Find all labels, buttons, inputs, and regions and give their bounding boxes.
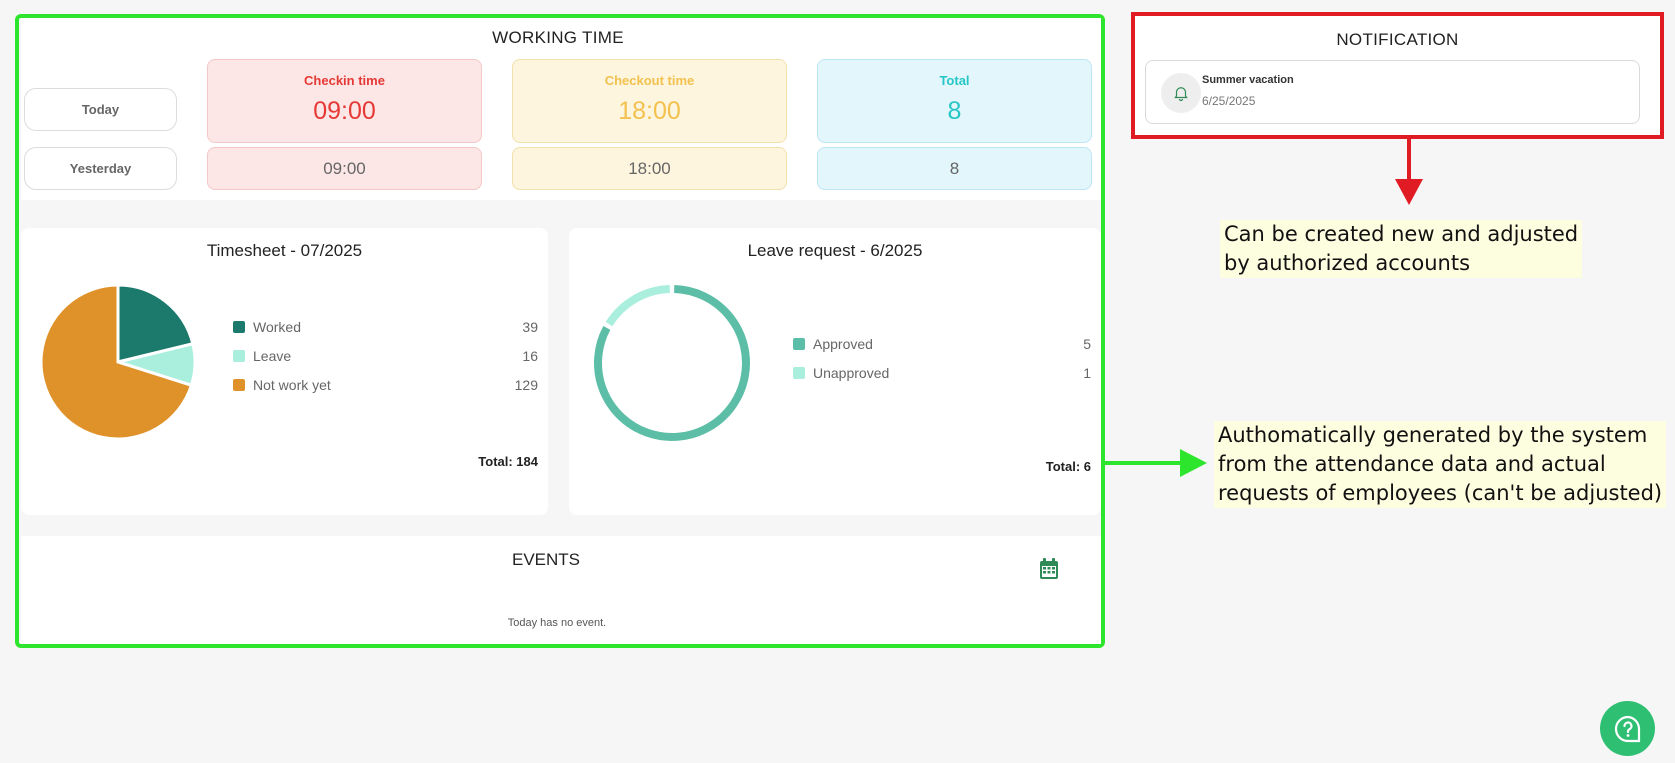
help-button[interactable] bbox=[1600, 701, 1655, 756]
system-note-line-1: Authomatically generated by the system bbox=[1218, 423, 1648, 447]
system-note-line-2: from the attendance data and actual bbox=[1218, 452, 1606, 476]
system-note: Authomatically generated by the system f… bbox=[1214, 421, 1667, 508]
notification-note-line-2: by authorized accounts bbox=[1224, 251, 1471, 275]
green-arrow-head bbox=[1180, 449, 1207, 477]
system-note-line-3: requests of employees (can't be adjusted… bbox=[1218, 481, 1663, 505]
red-arrow-head bbox=[1395, 179, 1423, 205]
notification-note-line-1: Can be created new and adjusted bbox=[1224, 222, 1579, 246]
annotation-arrows bbox=[1105, 139, 1423, 477]
help-chat-icon bbox=[1614, 715, 1640, 742]
notification-note: Can be created new and adjusted by autho… bbox=[1220, 220, 1583, 278]
